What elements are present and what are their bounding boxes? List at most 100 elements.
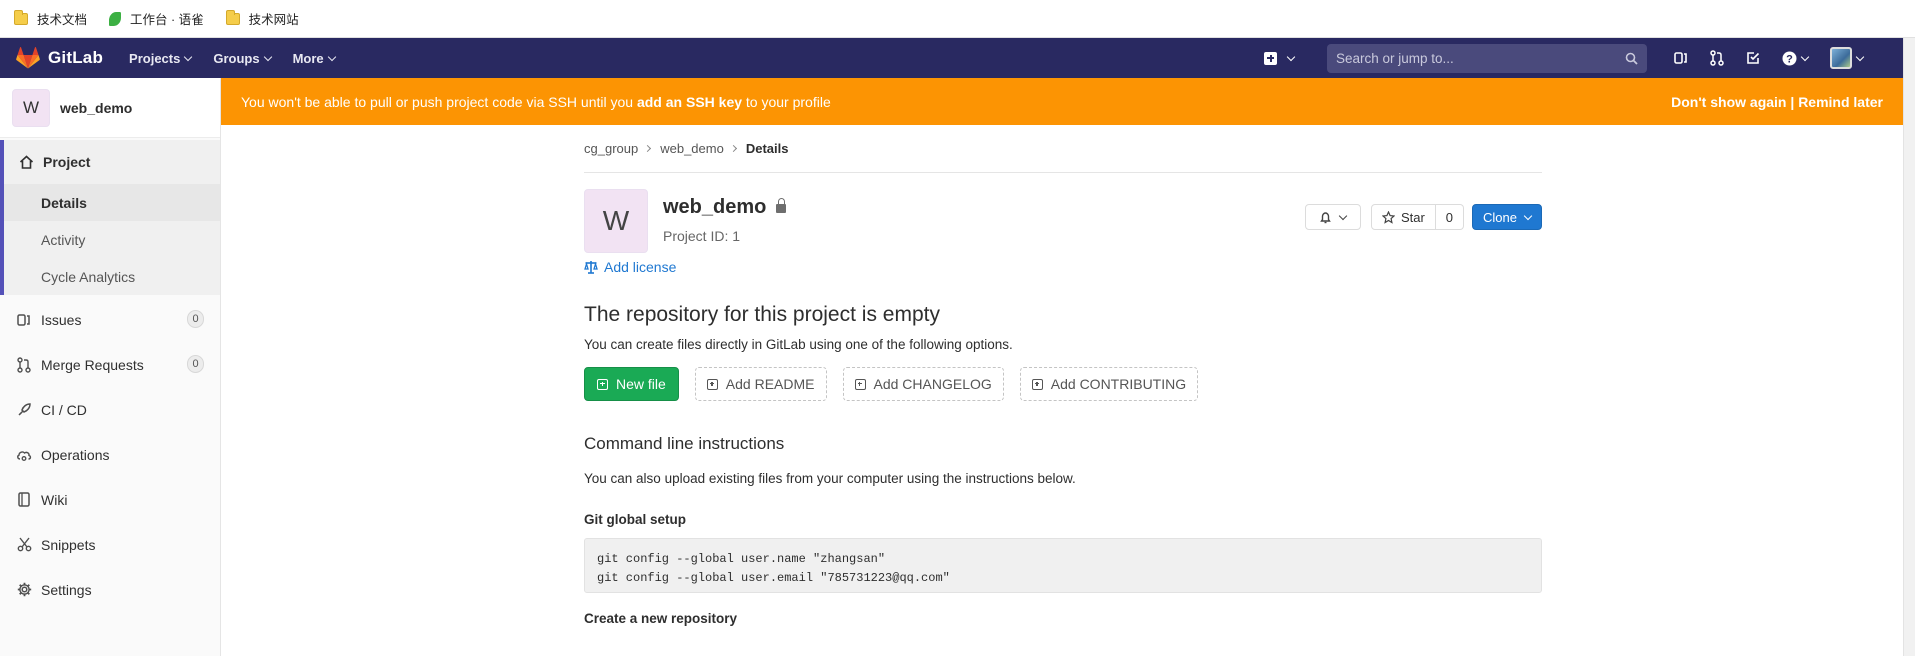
sidebar-item-snippets[interactable]: Snippets	[0, 522, 220, 567]
cli-subtext: You can also upload existing files from …	[584, 471, 1076, 486]
search-placeholder: Search or jump to...	[1336, 50, 1454, 66]
chevron-down-icon	[1523, 211, 1533, 220]
sidebar-item-merge-requests[interactable]: Merge Requests 0	[0, 342, 220, 387]
banner-text-before: You won't be able to pull or push projec…	[241, 93, 637, 110]
add-ssh-key-link[interactable]: add an SSH key	[637, 94, 742, 110]
gear-icon	[16, 582, 32, 598]
empty-repo-subtext: You can create files directly in GitLab …	[584, 337, 1013, 352]
merge-requests-count-badge: 0	[187, 355, 204, 373]
bookmark-tech-sites[interactable]: 技术网站	[225, 9, 299, 28]
help-dropdown-button[interactable]: ?	[1782, 51, 1810, 66]
bookmark-docs[interactable]: 技术文档	[14, 9, 87, 28]
sidebar-item-label: Wiki	[41, 491, 68, 508]
git-setup-code-block[interactable]: git config --global user.name "zhangsan"…	[584, 538, 1542, 593]
issues-icon	[16, 312, 32, 328]
sidebar-subitem-cycle-analytics[interactable]: Cycle Analytics	[4, 258, 220, 295]
clone-button[interactable]: Clone	[1472, 204, 1542, 230]
chevron-right-icon	[729, 144, 737, 153]
project-sidebar: W web_demo Project Details Activity Cycl…	[0, 78, 221, 656]
sidebar-item-label: Project	[43, 154, 91, 170]
project-id: Project ID: 1	[663, 228, 741, 244]
project-actions: Star 0 Clone	[1304, 204, 1542, 230]
sidebar-item-project[interactable]: Project	[4, 140, 220, 184]
page-scrollbar[interactable]	[1903, 38, 1915, 656]
sidebar-item-cicd[interactable]: CI / CD	[0, 387, 220, 432]
bookmarks-bar: 技术文档 工作台 · 语雀 技术网站	[0, 0, 1915, 38]
chevron-down-icon	[1800, 52, 1810, 61]
add-readme-button[interactable]: Add README	[694, 367, 827, 401]
chevron-down-icon	[263, 52, 272, 61]
book-icon	[16, 492, 32, 508]
todo-check-icon	[1747, 52, 1760, 64]
nav-groups-label: Groups	[213, 50, 260, 66]
sidebar-item-settings[interactable]: Settings	[0, 567, 220, 612]
bookmark-label: 技术网站	[248, 13, 299, 27]
bookmark-label: 工作台 · 语雀	[130, 13, 204, 27]
notification-button[interactable]	[1304, 204, 1361, 230]
yuque-leaf-icon	[109, 11, 122, 26]
add-changelog-button[interactable]: Add CHANGELOG	[842, 367, 1004, 401]
lock-icon	[776, 198, 787, 213]
sidebar-item-label: Merge Requests	[41, 356, 144, 373]
breadcrumb-group-link[interactable]: cg_group	[584, 141, 638, 156]
home-icon	[18, 154, 34, 170]
search-input[interactable]: Search or jump to...	[1327, 43, 1647, 73]
plus-square-icon	[706, 378, 718, 390]
user-menu-button[interactable]	[1830, 47, 1865, 69]
new-dropdown-button[interactable]	[1264, 51, 1296, 65]
sidebar-item-label: Snippets	[41, 536, 96, 553]
sidebar-project-header[interactable]: W web_demo	[0, 78, 220, 138]
chevron-down-icon	[1339, 211, 1348, 220]
bookmark-label: 技术文档	[37, 13, 88, 27]
merge-request-icon	[1710, 50, 1724, 66]
merge-request-icon	[16, 356, 32, 373]
add-contributing-button[interactable]: Add CONTRIBUTING	[1019, 367, 1199, 401]
bookmark-yuque[interactable]: 工作台 · 语雀	[109, 9, 204, 28]
code-line: git config --global user.name "zhangsan"	[597, 552, 886, 566]
sidebar-subitem-activity[interactable]: Activity	[4, 221, 220, 258]
nav-projects[interactable]: Projects	[129, 50, 193, 66]
merge-requests-nav-button[interactable]	[1710, 50, 1724, 66]
dont-show-again-link[interactable]: Don't show again	[1671, 94, 1786, 110]
gitlab-home-link[interactable]: GitLab	[16, 47, 103, 69]
brand-name: GitLab	[48, 48, 104, 67]
star-count[interactable]: 0	[1435, 204, 1465, 230]
breadcrumb: cg_group web_demo Details	[584, 125, 1542, 173]
sidebar-item-label: CI / CD	[41, 401, 87, 418]
issues-nav-button[interactable]	[1674, 51, 1688, 65]
banner-separator: |	[1786, 94, 1799, 110]
chevron-down-icon	[184, 52, 193, 61]
add-contributing-label: Add CONTRIBUTING	[1050, 376, 1187, 392]
cli-heading: Command line instructions	[584, 434, 785, 453]
plus-square-icon	[1031, 378, 1043, 390]
issues-count-badge: 0	[187, 310, 204, 328]
nav-projects-label: Projects	[129, 50, 181, 66]
project-header: W web_demo Project ID: 1 Star 0 Clone	[584, 189, 1542, 269]
todos-nav-button[interactable]	[1746, 51, 1760, 65]
star-button[interactable]: Star	[1370, 204, 1436, 230]
plus-square-icon	[854, 378, 866, 390]
new-file-button[interactable]: New file	[584, 367, 679, 401]
scissors-icon	[16, 537, 32, 553]
sidebar-item-issues[interactable]: Issues 0	[0, 297, 220, 342]
nav-groups[interactable]: Groups	[213, 50, 272, 66]
remind-later-link[interactable]: Remind later	[1798, 94, 1883, 110]
star-label: Star	[1400, 209, 1425, 225]
nav-more[interactable]: More	[292, 50, 336, 66]
nav-more-label: More	[292, 50, 324, 66]
user-avatar	[1830, 47, 1852, 69]
nav-right-group: Search or jump to... ?	[1253, 38, 1903, 78]
project-title-wrap: web_demo	[663, 196, 787, 219]
sidebar-subitem-details[interactable]: Details	[4, 184, 220, 221]
sidebar-item-label: Settings	[41, 581, 92, 598]
create-file-buttons: New file Add README Add CHANGELOG Add CO…	[584, 367, 1542, 401]
cloud-gear-icon	[16, 447, 32, 463]
chevron-down-icon	[327, 52, 336, 61]
breadcrumb-project-link[interactable]: web_demo	[660, 141, 724, 156]
sidebar-item-operations[interactable]: Operations	[0, 432, 220, 477]
sidebar-item-wiki[interactable]: Wiki	[0, 477, 220, 522]
sidebar-item-label: Issues	[41, 311, 82, 328]
project-avatar: W	[584, 189, 648, 253]
folder-icon	[225, 9, 240, 25]
star-icon	[1381, 210, 1395, 224]
